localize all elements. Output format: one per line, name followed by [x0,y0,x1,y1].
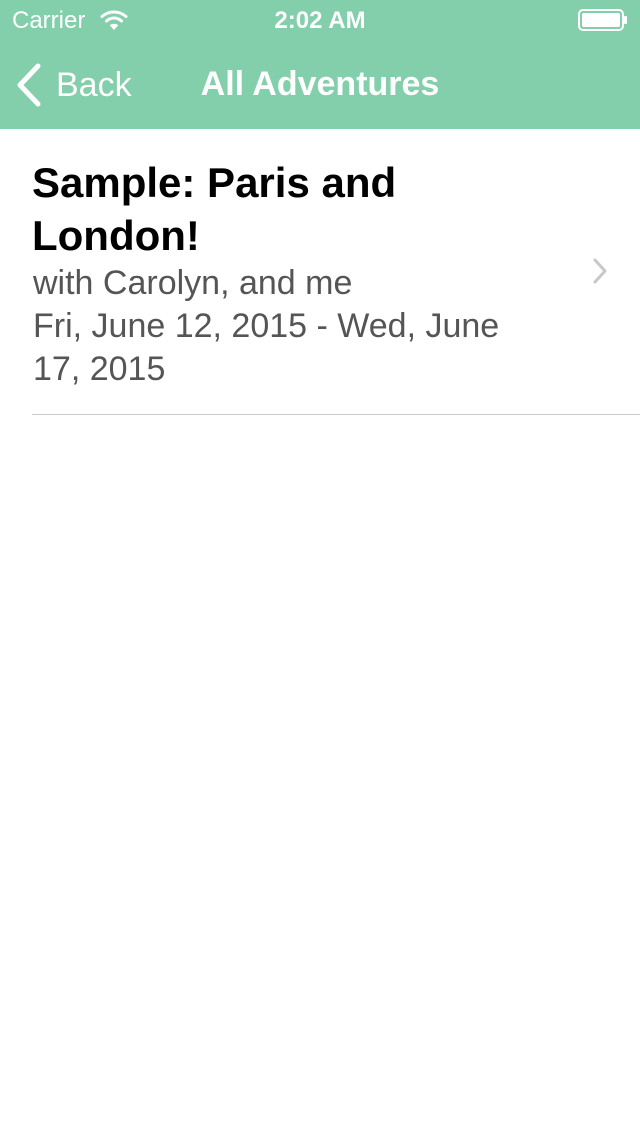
chevron-right-icon [593,258,607,284]
adventure-title: Sample: Paris and London! [32,159,397,259]
header-background: Carrier 2:02 AM Back All Adventures [0,0,640,129]
status-time: 2:02 AM [274,7,366,34]
adventures-list: Sample: Paris and London! with Carolyn, … [0,129,640,415]
adventure-companions: with Carolyn, and me [33,264,353,302]
app-screen: Carrier 2:02 AM Back All Adventures Samp… [0,0,640,1136]
battery-full-icon [578,9,627,31]
adventure-dates: Fri, June 12, 2015 - Wed, June 17, 2015 [33,307,500,388]
adventure-list-item[interactable]: Sample: Paris and London! with Carolyn, … [0,129,640,415]
page-title: All Adventures [200,65,440,103]
status-bar: Carrier 2:02 AM [0,0,640,40]
navigation-bar: Back All Adventures [0,40,640,129]
row-separator [32,414,640,415]
